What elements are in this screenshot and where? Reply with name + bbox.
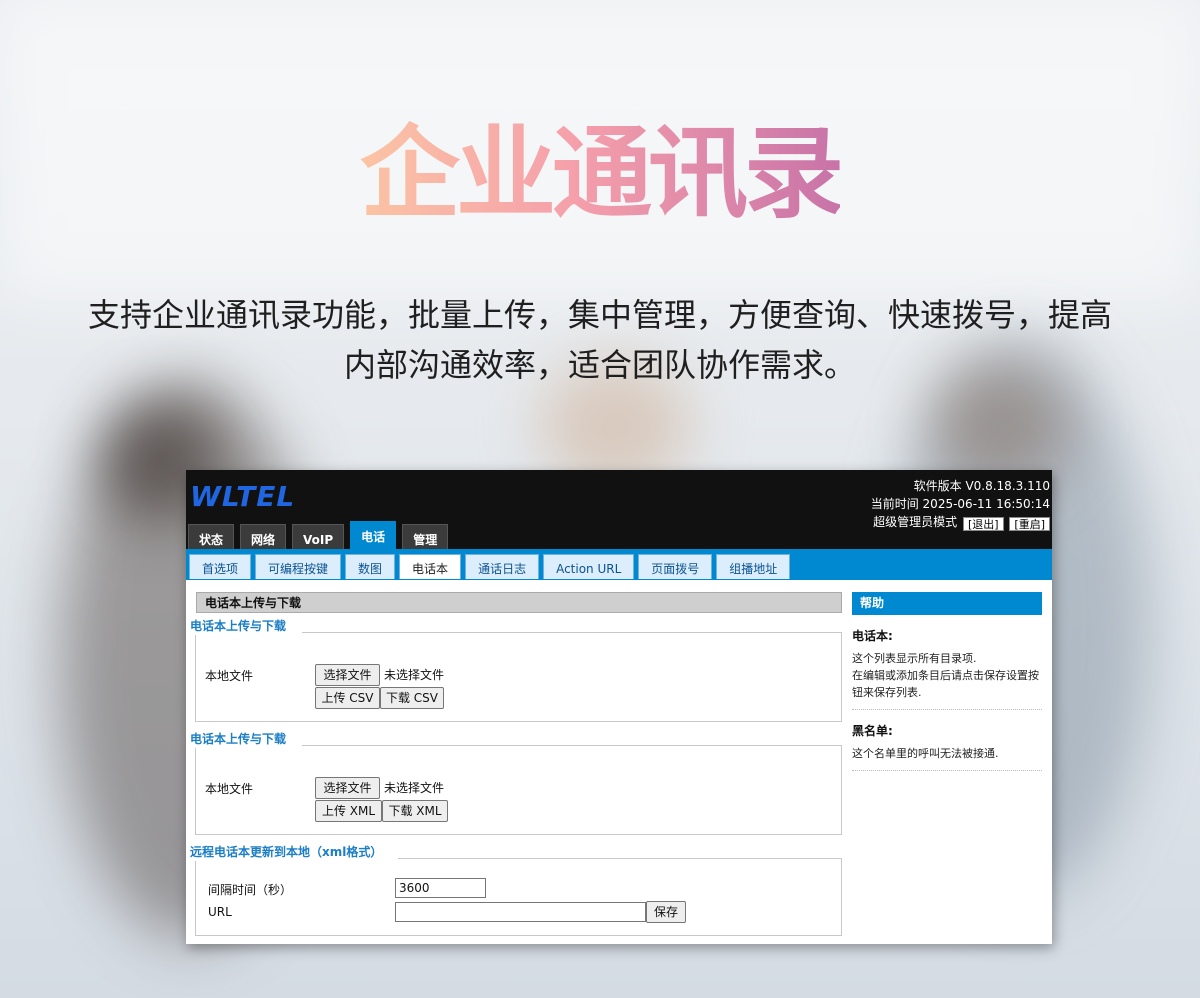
subtab-call-log[interactable]: 通话日志 [465,554,540,579]
csv-choose-file-button[interactable]: 选择文件 [315,664,380,686]
csv-local-file-label: 本地文件 [205,669,254,683]
subtab-dial-plan[interactable]: 数图 [345,554,396,579]
subtitle-line-1: 支持企业通讯录功能，批量上传，集中管理，方便查询、快速拨号，提高 [87,296,1112,334]
xml-choose-file-button[interactable]: 选择文件 [315,777,380,799]
tab-status[interactable]: 状态 [188,524,235,549]
help-phonebook-line1: 这个列表显示所有目录项. [852,652,977,665]
csv-fieldset: 电话本上传与下载 本地文件 选择文件 未选择文件 上传 CSV 下载 CSV [190,617,842,722]
download-xml-button[interactable]: 下载 XML [382,800,448,822]
subtitle: 支持企业通讯录功能，批量上传，集中管理，方便查询、快速拨号，提高 内部沟通效率，… [60,290,1140,390]
csv-legend: 电话本上传与下载 [190,617,303,635]
sub-tabs: 首选项 可编程按键 数图 电话本 通话日志 Action URL 页面拨号 组播… [189,554,794,579]
reboot-button[interactable]: [重启] [1009,517,1050,531]
system-info: 软件版本 V0.8.18.3.110 当前时间 2025-06-11 16:50… [871,477,1050,531]
software-version: 软件版本 V0.8.18.3.110 [913,479,1050,493]
url-input[interactable] [395,902,646,922]
save-button[interactable]: 保存 [646,901,686,923]
xml-local-file-label: 本地文件 [205,782,254,796]
xml-legend: 电话本上传与下载 [190,730,303,748]
content-area: 电话本上传与下载 电话本上传与下载 本地文件 选择文件 未选择文件 上传 CSV… [186,580,1052,944]
help-panel: 帮助 电话本: 这个列表显示所有目录项. 在编辑或添加条目后请点击保存设置按钮来… [852,592,1042,771]
csv-no-file-text: 未选择文件 [384,668,445,682]
main-tabs: 状态 网络 VoIP 电话 管理 [188,521,454,549]
help-phonebook: 电话本: 这个列表显示所有目录项. 在编辑或添加条目后请点击保存设置按钮来保存列… [852,615,1042,710]
subtab-programmable-keys[interactable]: 可编程按键 [255,554,342,579]
admin-mode-label: 超级管理员模式 [873,515,958,529]
upload-xml-button[interactable]: 上传 XML [315,800,382,822]
interval-label: 间隔时间（秒） [208,883,293,897]
help-blacklist: 黑名单: 这个名单里的呼叫无法被接通. [852,710,1042,771]
download-csv-button[interactable]: 下载 CSV [380,687,444,709]
tab-management[interactable]: 管理 [402,524,449,549]
subtab-multicast[interactable]: 组播地址 [716,554,791,579]
admin-panel: WLTEL 软件版本 V0.8.18.3.110 当前时间 2025-06-11… [186,470,1052,944]
current-time: 当前时间 2025-06-11 16:50:14 [870,497,1050,511]
help-phonebook-title: 电话本: [852,629,893,643]
logout-button[interactable]: [退出] [962,517,1004,531]
subtitle-line-2: 内部沟通效率，适合团队协作需求。 [343,346,856,384]
remote-legend: 远程电话本更新到本地（xml格式） [190,843,399,861]
tab-phone[interactable]: 电话 [350,521,397,549]
wltel-logo: WLTEL [190,480,296,513]
xml-fieldset: 电话本上传与下载 本地文件 选择文件 未选择文件 上传 XML 下载 XML [190,730,842,835]
mode-row: 超级管理员模式 [退出] [重启] [871,513,1050,531]
section-title: 电话本上传与下载 [196,592,842,613]
help-phonebook-line2: 在编辑或添加条目后请点击保存设置按钮来保存列表. [852,669,1039,699]
url-label: URL [208,905,232,919]
headline: 企业通讯录 [360,115,844,232]
interval-input[interactable]: 3600 [395,878,486,898]
help-blacklist-text: 这个名单里的呼叫无法被接通. [852,747,999,760]
subtab-action-url[interactable]: Action URL [543,554,635,579]
tab-network[interactable]: 网络 [240,524,287,549]
upload-csv-button[interactable]: 上传 CSV [315,687,380,709]
sub-tab-bar: 首选项 可编程按键 数图 电话本 通话日志 Action URL 页面拨号 组播… [186,549,1052,580]
subtab-preferences[interactable]: 首选项 [189,554,252,579]
tab-voip[interactable]: VoIP [292,524,345,549]
xml-no-file-text: 未选择文件 [384,781,445,795]
top-bar: WLTEL 软件版本 V0.8.18.3.110 当前时间 2025-06-11… [186,470,1052,549]
subtab-phonebook[interactable]: 电话本 [399,554,462,579]
help-blacklist-title: 黑名单: [852,724,893,738]
subtab-page-dial[interactable]: 页面拨号 [638,554,713,579]
remote-fieldset: 远程电话本更新到本地（xml格式） 间隔时间（秒） 3600 URL 保存 [190,843,842,936]
help-title: 帮助 [852,592,1042,615]
